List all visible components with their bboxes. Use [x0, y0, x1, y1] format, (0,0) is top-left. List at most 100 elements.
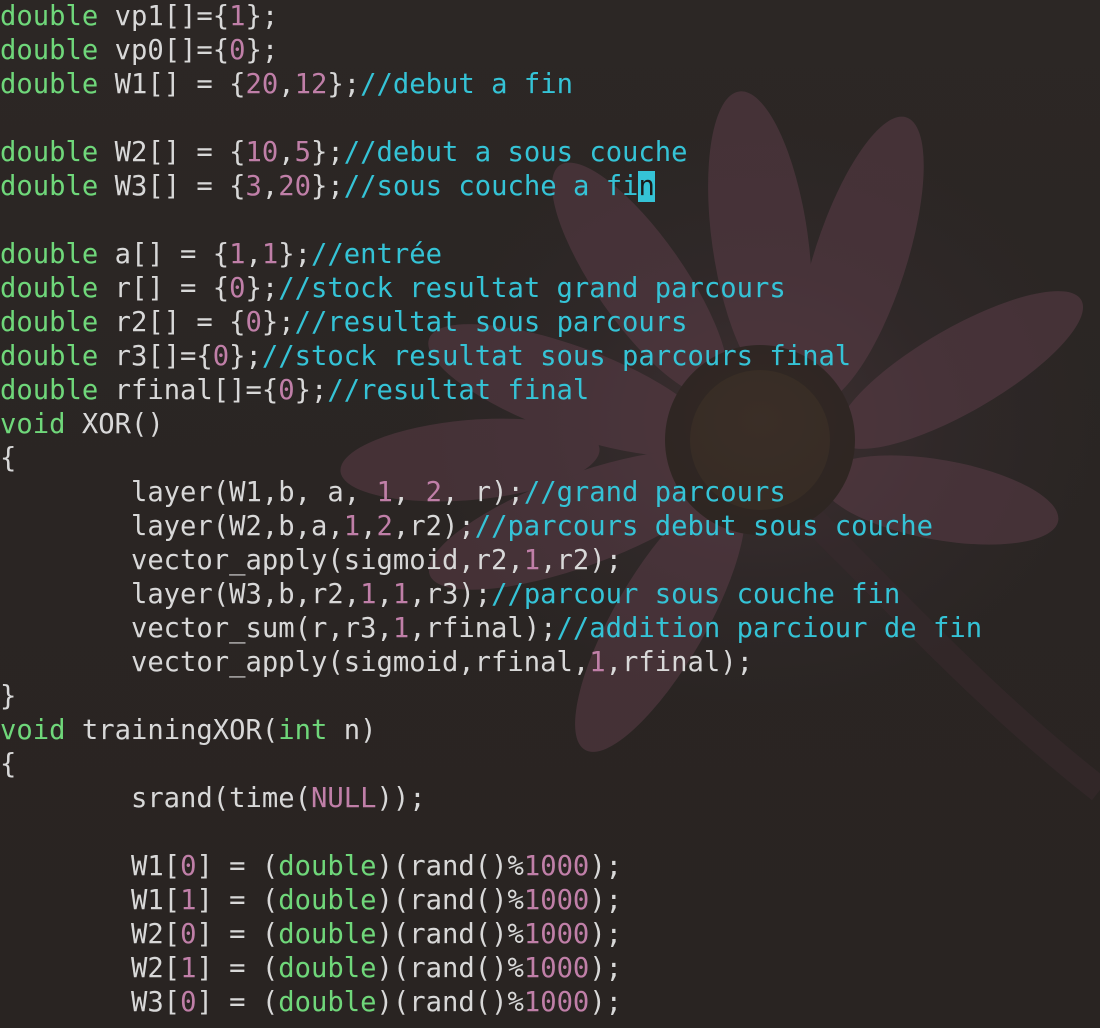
- code-line[interactable]: W2[0] = (double)(rand()%1000);: [0, 918, 982, 952]
- number-literal: 2: [425, 477, 442, 508]
- code-line[interactable]: void XOR(): [0, 408, 982, 442]
- number-literal: 0: [229, 35, 246, 66]
- code-text: };: [245, 35, 279, 66]
- type-keyword: double: [0, 375, 99, 406]
- code-line[interactable]: layer(W2,b,a,1,2,r2);//parcours debut so…: [0, 510, 982, 544]
- code-line[interactable]: W3[0] = (double)(rand()%1000);: [0, 986, 982, 1020]
- code-text: , r);: [441, 477, 524, 508]
- number-literal: 1: [229, 1, 246, 32]
- code-text: ] = (: [196, 885, 279, 916]
- code-comment: //stock resultat grand parcours: [278, 273, 786, 304]
- code-text: ,rfinal);: [409, 613, 557, 644]
- number-literal: 0: [180, 987, 197, 1018]
- code-comment: //debut a fin: [360, 69, 573, 100]
- code-line[interactable]: W1[0] = (double)(rand()%1000);: [0, 850, 982, 884]
- code-text: XOR(): [65, 409, 164, 440]
- code-line[interactable]: vector_apply(sigmoid,rfinal,1,rfinal);: [0, 646, 982, 680]
- code-comment: //parcour sous couche fin: [491, 579, 901, 610]
- code-text: ,: [392, 477, 426, 508]
- code-line[interactable]: double W2[] = {10,5};//debut a sous couc…: [0, 136, 982, 170]
- code-line[interactable]: double W3[] = {3,20};//sous couche a fin: [0, 170, 982, 204]
- code-editor[interactable]: double vp1[]={1}; double vp0[]={0}; double…: [0, 0, 982, 1020]
- code-text: srand(time(: [0, 783, 311, 814]
- code-text: ,rfinal);: [605, 647, 753, 678]
- number-literal: 0: [245, 307, 262, 338]
- code-text: n): [327, 715, 377, 746]
- number-literal: 1: [523, 545, 541, 576]
- code-text: ,: [278, 137, 295, 168]
- terminal-window[interactable]: double vp1[]={1}; double vp0[]={0}; double…: [0, 0, 1100, 1028]
- type-keyword: void: [0, 409, 66, 440]
- code-line[interactable]: {: [0, 442, 982, 476]
- code-text: };: [278, 239, 312, 270]
- type-keyword: double: [278, 885, 377, 916]
- type-keyword: void: [0, 715, 66, 746]
- number-literal: 1: [261, 239, 279, 270]
- number-literal: 2: [376, 511, 393, 542]
- code-line[interactable]: W1[1] = (double)(rand()%1000);: [0, 884, 982, 918]
- code-text: r3[]={: [98, 341, 213, 372]
- code-comment: //resultat final: [327, 375, 590, 406]
- code-text: {: [0, 749, 17, 780]
- code-line[interactable]: double vp0[]={0};: [0, 34, 982, 68]
- type-keyword: double: [278, 987, 377, 1018]
- number-literal: 1000: [523, 987, 590, 1018]
- code-text: W3[: [0, 987, 181, 1018]
- number-literal: 0: [278, 375, 295, 406]
- number-literal: 1: [180, 885, 197, 916]
- type-keyword: double: [0, 137, 99, 168]
- code-line[interactable]: srand(time(NULL));: [0, 782, 982, 816]
- code-text: );: [589, 953, 623, 984]
- code-line[interactable]: layer(W3,b,r2,1,1,r3);//parcour sous cou…: [0, 578, 982, 612]
- code-line[interactable]: double vp1[]={1};: [0, 0, 982, 34]
- number-literal: 20: [278, 171, 312, 202]
- type-keyword: double: [0, 239, 99, 270]
- code-text: ] = (: [196, 987, 279, 1018]
- number-literal: 0: [229, 273, 246, 304]
- code-line[interactable]: double W1[] = {20,12};//debut a fin: [0, 68, 982, 102]
- code-text: a[] = {: [98, 239, 230, 270]
- type-keyword: double: [0, 307, 99, 338]
- code-comment: //grand parcours: [523, 477, 786, 508]
- number-literal: 20: [245, 69, 279, 100]
- code-text: }: [0, 681, 17, 712]
- code-line[interactable]: vector_apply(sigmoid,r2,1,r2);: [0, 544, 982, 578]
- code-text: vp0[]={: [98, 35, 230, 66]
- type-keyword: double: [0, 171, 99, 202]
- code-line[interactable]: double r[] = {0};//stock resultat grand …: [0, 272, 982, 306]
- code-line[interactable]: double r3[]={0};//stock resultat sous pa…: [0, 340, 982, 374]
- number-literal: 10: [245, 137, 279, 168]
- code-text: );: [589, 987, 623, 1018]
- type-keyword: double: [0, 69, 99, 100]
- code-text: };: [245, 1, 279, 32]
- code-comment: //addition parciour de fin: [556, 613, 983, 644]
- code-text: W1[: [0, 851, 181, 882]
- code-line[interactable]: [0, 204, 982, 238]
- code-comment: //stock resultat sous parcours final: [261, 341, 852, 372]
- code-line[interactable]: [0, 102, 982, 136]
- code-text: );: [589, 919, 623, 950]
- code-line[interactable]: [0, 816, 982, 850]
- code-text: W2[] = {: [98, 137, 246, 168]
- code-line[interactable]: double rfinal[]={0};//resultat final: [0, 374, 982, 408]
- code-text: ] = (: [196, 919, 279, 950]
- code-text: layer(W1,b, a,: [0, 477, 377, 508]
- code-line[interactable]: void trainingXOR(int n): [0, 714, 982, 748]
- code-line[interactable]: layer(W1,b, a, 1, 2, r);//grand parcours: [0, 476, 982, 510]
- number-literal: 0: [180, 919, 197, 950]
- code-line[interactable]: W2[1] = (double)(rand()%1000);: [0, 952, 982, 986]
- code-text: ,r2);: [392, 511, 475, 542]
- code-comment: //entrée: [311, 239, 442, 270]
- code-line[interactable]: double r2[] = {0};//resultat sous parcou…: [0, 306, 982, 340]
- code-line[interactable]: vector_sum(r,r3,1,rfinal);//addition par…: [0, 612, 982, 646]
- code-text: };: [311, 137, 344, 168]
- number-literal: 1: [392, 579, 410, 610]
- code-text: )(rand()%: [376, 987, 524, 1018]
- code-text: ));: [376, 783, 426, 814]
- code-text: );: [589, 851, 623, 882]
- code-line[interactable]: {: [0, 748, 982, 782]
- code-line[interactable]: }: [0, 680, 982, 714]
- code-line[interactable]: double a[] = {1,1};//entrée: [0, 238, 982, 272]
- code-comment: //sous couche a fi: [343, 171, 639, 202]
- type-keyword: double: [278, 953, 377, 984]
